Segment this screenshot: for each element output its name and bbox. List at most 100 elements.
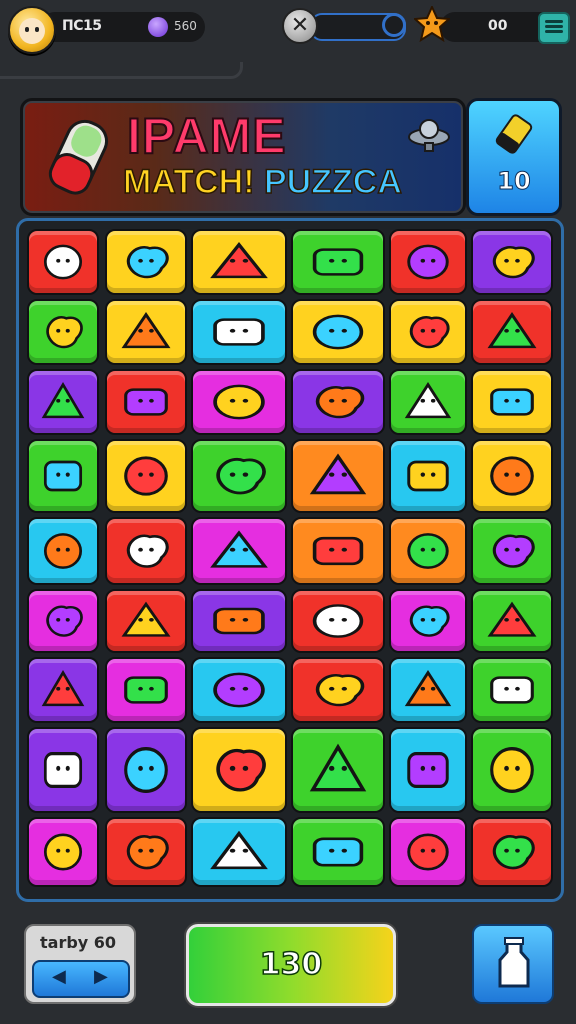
tile[interactable] [291, 517, 385, 585]
tile[interactable] [191, 299, 287, 365]
play-button[interactable]: 130 [186, 924, 396, 1006]
pencil-icon [124, 456, 168, 496]
tile[interactable] [471, 817, 553, 887]
red-critter-icon [490, 456, 534, 496]
divider [0, 62, 243, 79]
tile[interactable] [105, 439, 187, 513]
tile[interactable] [27, 817, 99, 887]
keyboard-icon [409, 316, 450, 349]
yellow-blob-icon [43, 460, 83, 492]
pink-eraser-icon [492, 835, 535, 870]
tile[interactable] [389, 727, 467, 813]
tile[interactable] [471, 589, 553, 653]
score-value: 00 [488, 18, 508, 34]
tile[interactable] [291, 657, 385, 723]
tile[interactable] [389, 517, 467, 585]
tile[interactable] [27, 727, 99, 813]
tile[interactable] [471, 727, 553, 813]
green-dino-icon [126, 835, 169, 870]
eraser-small-icon [495, 114, 533, 154]
tile[interactable] [27, 517, 99, 585]
tile[interactable] [471, 517, 553, 585]
cloud-blue-icon [213, 607, 265, 635]
green-star-icon [46, 605, 83, 637]
tile[interactable] [27, 369, 99, 435]
gem-icon [148, 17, 168, 37]
tile[interactable] [191, 439, 287, 513]
tile[interactable] [389, 589, 467, 653]
tile[interactable] [191, 369, 287, 435]
red-claw-icon [213, 318, 265, 346]
tile[interactable] [389, 299, 467, 365]
tile[interactable] [105, 657, 187, 723]
tile[interactable] [389, 369, 467, 435]
check-icon [43, 833, 83, 871]
tile[interactable] [105, 229, 187, 295]
tile[interactable] [27, 657, 99, 723]
right-arrow-icon[interactable]: ▶ [94, 966, 108, 987]
tile[interactable] [291, 229, 385, 295]
tile[interactable] [191, 657, 287, 723]
tile[interactable] [471, 229, 553, 295]
moves-counter[interactable]: 10 [466, 98, 562, 216]
tile[interactable] [471, 299, 553, 365]
eraser-icon [48, 119, 109, 195]
dots-bar-icon [487, 601, 537, 637]
tile[interactable] [389, 439, 467, 513]
tile[interactable] [27, 589, 99, 653]
tile[interactable] [105, 727, 187, 813]
tile[interactable] [291, 817, 385, 887]
tile[interactable] [291, 727, 385, 813]
roller-icon [312, 314, 364, 350]
slipper-icon [309, 453, 367, 495]
orange-figure-icon [490, 747, 534, 793]
tile[interactable] [191, 589, 287, 653]
star-badge-icon [414, 6, 450, 42]
flag-icon [121, 601, 171, 637]
eraser-icon [124, 388, 168, 416]
tile[interactable] [471, 369, 553, 435]
tile[interactable] [191, 817, 287, 887]
left-arrow-icon[interactable]: ◀ [52, 966, 66, 987]
tile[interactable] [27, 299, 99, 365]
blue-swirl-icon [407, 244, 449, 280]
brush-icon [309, 743, 367, 792]
tile[interactable] [291, 439, 385, 513]
menu-button[interactable] [538, 12, 570, 44]
tile[interactable] [291, 299, 385, 365]
cloud-face-icon [126, 246, 169, 279]
green-blob-icon [492, 246, 535, 279]
close-button[interactable]: ✕ [282, 8, 318, 44]
tile[interactable] [191, 727, 287, 813]
tile[interactable] [105, 369, 187, 435]
tile[interactable] [27, 229, 99, 295]
green-alien-icon [124, 747, 168, 793]
game-board [16, 218, 564, 902]
tile[interactable] [105, 517, 187, 585]
tile[interactable] [471, 657, 553, 723]
tile[interactable] [191, 517, 287, 585]
tile[interactable] [105, 299, 187, 365]
blue-face-icon [409, 605, 450, 637]
booster-button[interactable] [472, 924, 554, 1004]
tile[interactable] [471, 439, 553, 513]
tile[interactable] [27, 439, 99, 513]
tile[interactable] [105, 817, 187, 887]
player-pill[interactable]: ПС15 560 [40, 12, 205, 42]
coin-count: 560 [174, 19, 197, 33]
progress-knob [382, 13, 406, 37]
red-hands-icon [312, 604, 364, 638]
player-name: ПС15 [62, 18, 102, 34]
tile[interactable] [389, 817, 467, 887]
level-panel: tarby 60 ◀ ▶ [24, 924, 136, 1004]
avatar[interactable] [8, 6, 56, 54]
tile[interactable] [105, 589, 187, 653]
tile[interactable] [191, 229, 287, 295]
tile[interactable] [291, 589, 385, 653]
red-ball-icon [316, 674, 365, 707]
tile[interactable] [389, 657, 467, 723]
tile[interactable] [291, 369, 385, 435]
play-value: 130 [259, 946, 323, 983]
title-banner: IPAME MATCH! PUZZCA [20, 98, 466, 216]
tile[interactable] [389, 229, 467, 295]
